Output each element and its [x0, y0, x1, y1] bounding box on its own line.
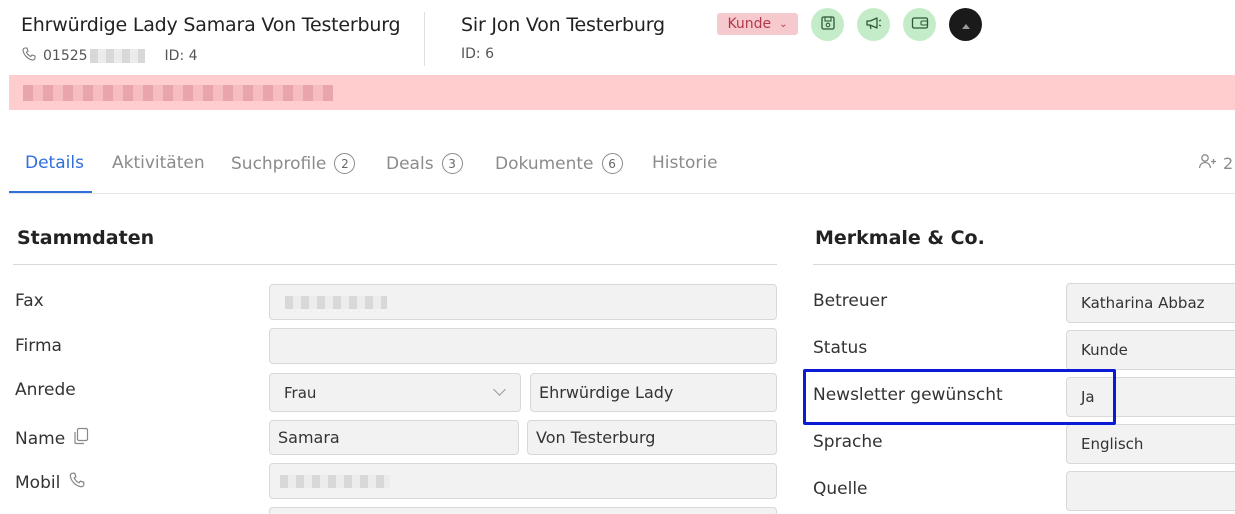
- tabs-divider: [9, 193, 1235, 194]
- sprache-value: Englisch: [1081, 435, 1144, 453]
- tab-count-badge: 6: [601, 153, 623, 174]
- user-avatar-icon: [961, 15, 971, 34]
- titel-input[interactable]: Ehrwürdige Lady: [530, 373, 777, 412]
- tab-label: Details: [25, 153, 84, 173]
- tab-label: Historie: [652, 153, 718, 173]
- tab-label: Suchprofile: [231, 153, 327, 174]
- section-divider: [13, 264, 777, 265]
- section-title-merkmale: Merkmale & Co.: [815, 227, 985, 249]
- status-select[interactable]: Kunde: [1066, 330, 1235, 370]
- redacted-phone: [89, 49, 145, 63]
- primary-contact-id: ID: 4: [164, 48, 198, 64]
- save-icon: [820, 15, 836, 35]
- tab-label: Dokumente: [495, 153, 594, 174]
- last-name-value: Von Testerburg: [536, 428, 656, 447]
- name-label: Name: [15, 428, 66, 449]
- wallet-icon: [911, 15, 929, 34]
- tab-label: Deals: [386, 153, 434, 174]
- quelle-label: Quelle: [813, 479, 868, 499]
- fax-input[interactable]: [269, 284, 777, 320]
- linked-people-button[interactable]: 2: [1198, 153, 1233, 173]
- fax-label: Fax: [15, 291, 44, 311]
- status-badge-label: Kunde: [727, 16, 772, 32]
- quelle-select[interactable]: [1066, 471, 1235, 511]
- next-field-input[interactable]: [269, 507, 777, 514]
- save-button[interactable]: [811, 8, 844, 41]
- section-title-stammdaten: Stammdaten: [17, 227, 155, 249]
- firma-label: Firma: [15, 336, 62, 356]
- header-divider: [424, 12, 425, 66]
- newsletter-highlight-box: [803, 369, 1116, 425]
- megaphone-icon: [865, 15, 883, 35]
- tab-details[interactable]: Details: [25, 153, 84, 173]
- betreuer-select[interactable]: Katharina Abbaz: [1066, 283, 1235, 323]
- tab-count-badge: 3: [441, 153, 463, 174]
- tab-deals[interactable]: Deals 3: [386, 153, 463, 174]
- phone-icon: [21, 46, 37, 66]
- chevron-down-icon: [493, 383, 506, 396]
- titel-value: Ehrwürdige Lady: [539, 383, 674, 402]
- sprache-select[interactable]: Englisch: [1066, 424, 1235, 464]
- status-label: Status: [813, 338, 868, 358]
- linked-people-count: 2: [1223, 153, 1234, 173]
- redacted-mobile: [280, 474, 390, 488]
- mobil-label-group: Mobil: [15, 471, 86, 494]
- add-person-icon: [1198, 153, 1218, 173]
- redacted-fax: [285, 295, 387, 309]
- tab-suchprofile[interactable]: Suchprofile 2: [231, 153, 356, 174]
- notice-banner: [9, 75, 1235, 110]
- secondary-contact-name[interactable]: Sir Jon Von Testerburg: [461, 14, 665, 36]
- name-label-group: Name: [15, 427, 89, 450]
- betreuer-value: Katharina Abbaz: [1081, 294, 1205, 312]
- firma-input[interactable]: [269, 328, 777, 364]
- tab-historie[interactable]: Historie: [652, 153, 718, 173]
- betreuer-label: Betreuer: [813, 291, 888, 311]
- mobil-input[interactable]: [269, 463, 777, 499]
- anrede-select[interactable]: Frau: [269, 373, 521, 412]
- primary-contact-name: Ehrwürdige Lady Samara Von Testerburg: [21, 14, 401, 36]
- wallet-button[interactable]: [903, 8, 936, 41]
- status-value: Kunde: [1081, 341, 1128, 359]
- chevron-down-icon: ⌄: [779, 18, 788, 30]
- phone-number[interactable]: 01525: [43, 48, 88, 64]
- first-name-input[interactable]: Samara: [269, 420, 519, 455]
- copy-icon[interactable]: [73, 427, 89, 450]
- tab-aktivitaeten[interactable]: Aktivitäten: [112, 153, 205, 173]
- campaign-button[interactable]: [857, 8, 890, 41]
- mobil-label: Mobil: [15, 472, 61, 493]
- tab-label: Aktivitäten: [112, 153, 205, 173]
- primary-contact-meta: 01525 ID: 4: [21, 46, 198, 66]
- last-name-input[interactable]: Von Testerburg: [527, 420, 777, 455]
- first-name-value: Samara: [278, 428, 340, 447]
- section-divider: [813, 264, 1235, 265]
- sprache-label: Sprache: [813, 432, 883, 452]
- redacted-notice-text: [23, 85, 333, 101]
- anrede-label: Anrede: [15, 380, 76, 400]
- tab-dokumente[interactable]: Dokumente 6: [495, 153, 623, 174]
- tab-count-badge: 2: [334, 153, 356, 174]
- status-dropdown[interactable]: Kunde ⌄: [717, 13, 798, 35]
- avatar[interactable]: [949, 8, 982, 41]
- anrede-value: Frau: [284, 383, 317, 402]
- phone-icon[interactable]: [68, 471, 86, 494]
- secondary-contact-id: ID: 6: [461, 46, 494, 62]
